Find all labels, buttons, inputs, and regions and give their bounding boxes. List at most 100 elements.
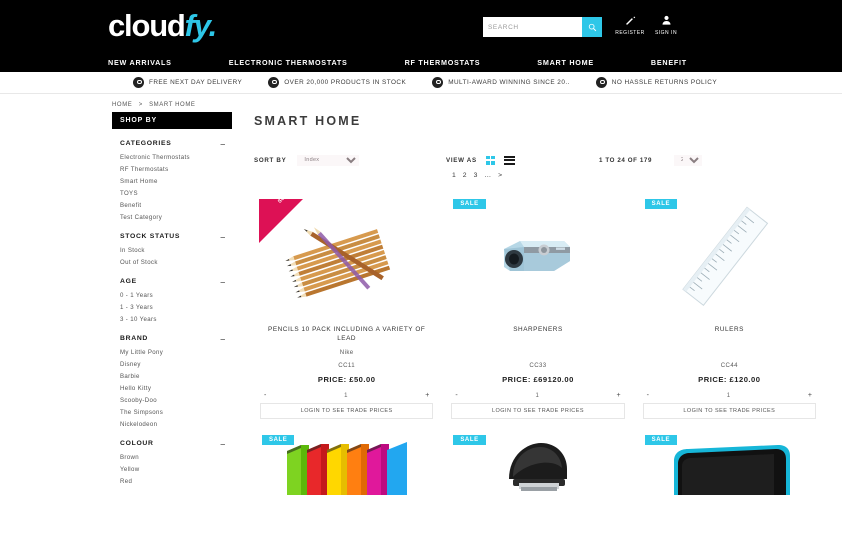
results-count: 1 TO 24 OF 179 xyxy=(599,156,652,164)
product-name[interactable]: PENCILS 10 PACK INCLUDING A VARIETY OF L… xyxy=(254,325,439,343)
filter-group-header-stock-status[interactable]: STOCK STATUS – xyxy=(112,230,232,243)
nav-item-new-arrivals[interactable]: NEW ARRIVALS xyxy=(108,58,172,67)
product-sku: CC44 xyxy=(720,362,738,369)
quantity-stepper[interactable]: - 1 + xyxy=(451,392,624,399)
quantity-stepper[interactable]: - 1 + xyxy=(260,392,433,399)
grid-view-icon[interactable] xyxy=(485,155,495,165)
product-card[interactable]: SALE xyxy=(637,193,822,419)
page-ellipsis: … xyxy=(484,172,492,179)
benefit-text: OVER 20,000 PRODUCTS IN STOCK xyxy=(284,79,407,86)
filter-group-header-categories[interactable]: CATEGORIES – xyxy=(112,137,232,150)
product-name[interactable]: SHARPENERS xyxy=(445,325,630,343)
minus-collapse-icon[interactable]: – xyxy=(220,232,226,241)
product-card[interactable]: SALE xyxy=(637,429,822,513)
filter-list-brand: My Little Pony Disney Barbie Hello Kitty… xyxy=(112,345,232,437)
minus-collapse-icon[interactable]: – xyxy=(220,139,226,148)
breadcrumb-current: SMART HOME xyxy=(149,102,196,108)
filter-option[interactable]: Yellow xyxy=(120,464,232,476)
filter-option[interactable]: 3 - 10 Years xyxy=(120,314,232,326)
product-image-laptop-case[interactable] xyxy=(637,435,822,505)
filter-option[interactable]: Out of Stock xyxy=(120,257,232,269)
quantity-increase-button[interactable]: + xyxy=(804,392,816,399)
filter-option[interactable]: 0 - 1 Years xyxy=(120,290,232,302)
nav-item-electronic-thermostats[interactable]: ELECTRONIC THERMOSTATS xyxy=(229,58,348,67)
sale-badge: SALE xyxy=(644,435,678,445)
page-link-2[interactable]: 2 xyxy=(463,172,467,179)
breadcrumb-home[interactable]: HOME xyxy=(112,102,132,108)
page-link-3[interactable]: 3 xyxy=(474,172,478,179)
search-bar[interactable] xyxy=(483,17,602,37)
quantity-decrease-button[interactable]: - xyxy=(643,392,653,399)
benefit-item: MULTI-AWARD WINNING SINCE 20.. xyxy=(432,77,570,88)
filter-list-colour: Brown Yellow Red xyxy=(112,450,232,494)
filter-option[interactable]: In Stock xyxy=(120,245,232,257)
list-view-icon[interactable] xyxy=(503,155,515,165)
product-card[interactable]: Best Seller PENCILS 10 PACK INCLUDING A … xyxy=(254,187,439,419)
product-card[interactable]: SALE xyxy=(445,429,630,513)
filter-option[interactable]: RF Thermostats xyxy=(120,164,232,176)
view-as-label: VIEW AS xyxy=(446,156,477,164)
filter-option[interactable]: Benefit xyxy=(120,200,232,212)
product-price: PRICE: £69120.00 xyxy=(502,375,574,384)
quantity-decrease-button[interactable]: - xyxy=(260,392,270,399)
filter-option[interactable]: Nickelodeon xyxy=(120,419,232,431)
sale-badge: SALE xyxy=(453,199,486,209)
product-image-sharpener[interactable] xyxy=(445,199,630,317)
product-brand xyxy=(445,349,630,356)
filter-option[interactable]: Smart Home xyxy=(120,176,232,188)
location-pin-icon xyxy=(268,77,280,88)
login-trade-prices-button[interactable]: LOGIN TO SEE TRADE PRICES xyxy=(451,403,625,419)
product-grid-row-2: SALE SALE SALE xyxy=(254,429,822,513)
nav-item-rf-thermostats[interactable]: RF THERMOSTATS xyxy=(405,58,481,67)
quantity-increase-button[interactable]: + xyxy=(613,392,625,399)
filter-option[interactable]: Hello Kitty xyxy=(120,383,232,395)
filter-group-header-colour[interactable]: COLOUR – xyxy=(112,437,232,450)
filter-option[interactable]: My Little Pony xyxy=(120,347,232,359)
filter-option[interactable]: Brown xyxy=(120,452,232,464)
filter-option[interactable]: Disney xyxy=(120,359,232,371)
product-image-stapler[interactable] xyxy=(445,435,630,505)
filter-group-title: STOCK STATUS xyxy=(120,233,181,240)
product-name[interactable]: RULERS xyxy=(637,325,822,343)
quantity-value[interactable]: 1 xyxy=(344,393,347,399)
product-sku: CC33 xyxy=(529,362,547,369)
search-button[interactable] xyxy=(582,17,602,37)
minus-collapse-icon[interactable]: – xyxy=(220,334,226,343)
minus-collapse-icon[interactable]: – xyxy=(220,277,226,286)
quantity-decrease-button[interactable]: - xyxy=(451,392,461,399)
product-card[interactable]: SALE xyxy=(254,429,439,513)
product-card[interactable]: SALE SHARPENERS CC33 PRICE: £69120.00 - … xyxy=(445,193,630,419)
quantity-value[interactable]: 1 xyxy=(727,393,730,399)
login-trade-prices-button[interactable]: LOGIN TO SEE TRADE PRICES xyxy=(642,403,816,419)
login-trade-prices-button[interactable]: LOGIN TO SEE TRADE PRICES xyxy=(260,403,434,419)
benefit-text: NO HASSLE RETURNS POLICY xyxy=(611,79,718,86)
search-input[interactable] xyxy=(483,17,582,37)
filter-option[interactable]: Electronic Thermostats xyxy=(120,152,232,164)
minus-collapse-icon[interactable]: – xyxy=(220,439,226,448)
sort-by-select[interactable]: Index xyxy=(297,154,360,166)
filter-option[interactable]: Barbie xyxy=(120,371,232,383)
product-price: PRICE: £120.00 xyxy=(698,375,761,384)
page-next-arrow[interactable]: > xyxy=(498,172,502,179)
filter-option[interactable]: Test Category xyxy=(120,212,232,224)
filter-option[interactable]: Red xyxy=(120,476,232,488)
quantity-stepper[interactable]: - 1 + xyxy=(643,392,816,399)
per-page-select[interactable]: 24 xyxy=(674,154,702,166)
site-logo[interactable]: cloudfy. xyxy=(108,6,217,46)
product-image-ruler[interactable] xyxy=(637,199,822,317)
page-body: SHOP BY CATEGORIES – Electronic Thermost… xyxy=(0,112,842,513)
signin-link[interactable]: SIGN IN xyxy=(644,14,688,36)
nav-item-benefit[interactable]: BENEFIT xyxy=(651,58,687,67)
nav-item-smart-home[interactable]: SMART HOME xyxy=(537,58,594,67)
quantity-value[interactable]: 1 xyxy=(535,393,538,399)
filter-group-header-brand[interactable]: BRAND – xyxy=(112,332,232,345)
product-brand: Nike xyxy=(339,349,354,356)
filter-option[interactable]: 1 - 3 Years xyxy=(120,302,232,314)
filter-group-header-age[interactable]: AGE – xyxy=(112,275,232,288)
quantity-increase-button[interactable]: + xyxy=(421,392,433,399)
filter-option[interactable]: TOYS xyxy=(120,188,232,200)
filter-option[interactable]: Scooby-Doo xyxy=(120,395,232,407)
filter-option[interactable]: The Simpsons xyxy=(120,407,232,419)
product-image-folders[interactable] xyxy=(254,435,439,505)
page-link-1[interactable]: 1 xyxy=(452,172,456,179)
